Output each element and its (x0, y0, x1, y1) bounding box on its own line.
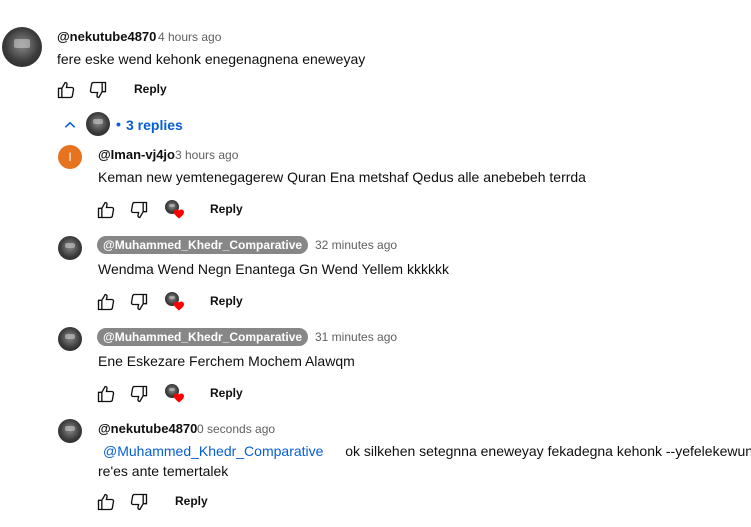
mention-link[interactable]: @Muhammed_Khedr_Comparative (103, 443, 323, 459)
view-replies-button[interactable]: 3 replies (126, 117, 183, 133)
avatar[interactable]: I (58, 145, 82, 169)
reply-button[interactable]: Reply (210, 202, 243, 216)
comment-time[interactable]: 31 minutes ago (315, 330, 397, 344)
avatar[interactable] (58, 327, 82, 351)
comment-text: Keman new yemtenegagerew Quran Ena metsh… (98, 169, 586, 185)
dislike-icon[interactable] (88, 80, 108, 100)
reply-button[interactable]: Reply (210, 294, 243, 308)
comment-author-chip[interactable]: @Muhammed_Khedr_Comparative (97, 236, 309, 254)
dislike-icon[interactable] (129, 292, 149, 312)
reply-button[interactable]: Reply (134, 82, 167, 96)
comment-author[interactable]: @nekutube4870 (98, 421, 197, 436)
reply-button[interactable]: Reply (210, 386, 243, 400)
comment-time[interactable]: 3 hours ago (175, 148, 238, 162)
replies-bullet: • (116, 116, 121, 132)
comment-text: @Muhammed_Khedr_Comparative ok silkehen … (98, 443, 751, 459)
comment-text: Wendma Wend Negn Enantega Gn Wend Yellem… (98, 261, 449, 277)
avatar[interactable] (58, 236, 82, 260)
creator-heart-icon (165, 200, 184, 219)
avatar[interactable] (2, 27, 42, 67)
comment-author[interactable]: @Iman-vj4jo (98, 147, 175, 162)
avatar[interactable] (58, 419, 82, 443)
avatar (86, 112, 110, 136)
creator-heart-icon (165, 384, 184, 403)
like-icon[interactable] (96, 292, 116, 312)
like-icon[interactable] (56, 80, 76, 100)
comment-time[interactable]: 0 seconds ago (197, 422, 275, 436)
like-icon[interactable] (96, 492, 116, 512)
like-icon[interactable] (96, 200, 116, 220)
dislike-icon[interactable] (129, 384, 149, 404)
comment-text: Ene Eskezare Ferchem Mochem Alawqm (98, 353, 355, 369)
avatar-letter: I (68, 150, 72, 164)
creator-heart-icon (165, 292, 184, 311)
comment-text-line2: re'es ante temertalek (98, 463, 229, 479)
reply-button[interactable]: Reply (175, 494, 208, 508)
comment-author[interactable]: @nekutube4870 (57, 29, 156, 44)
dislike-icon[interactable] (129, 200, 149, 220)
comment-time[interactable]: 4 hours ago (158, 30, 221, 44)
comment-time[interactable]: 32 minutes ago (315, 238, 397, 252)
like-icon[interactable] (96, 384, 116, 404)
chevron-up-icon[interactable] (63, 118, 77, 132)
comment-text: fere eske wend kehonk enegenagnena enewe… (57, 51, 366, 67)
comment-text-line1: ok silkehen setegnna eneweyay fekadegna … (345, 443, 751, 459)
dislike-icon[interactable] (129, 492, 149, 512)
comment-author-chip[interactable]: @Muhammed_Khedr_Comparative (97, 328, 309, 346)
